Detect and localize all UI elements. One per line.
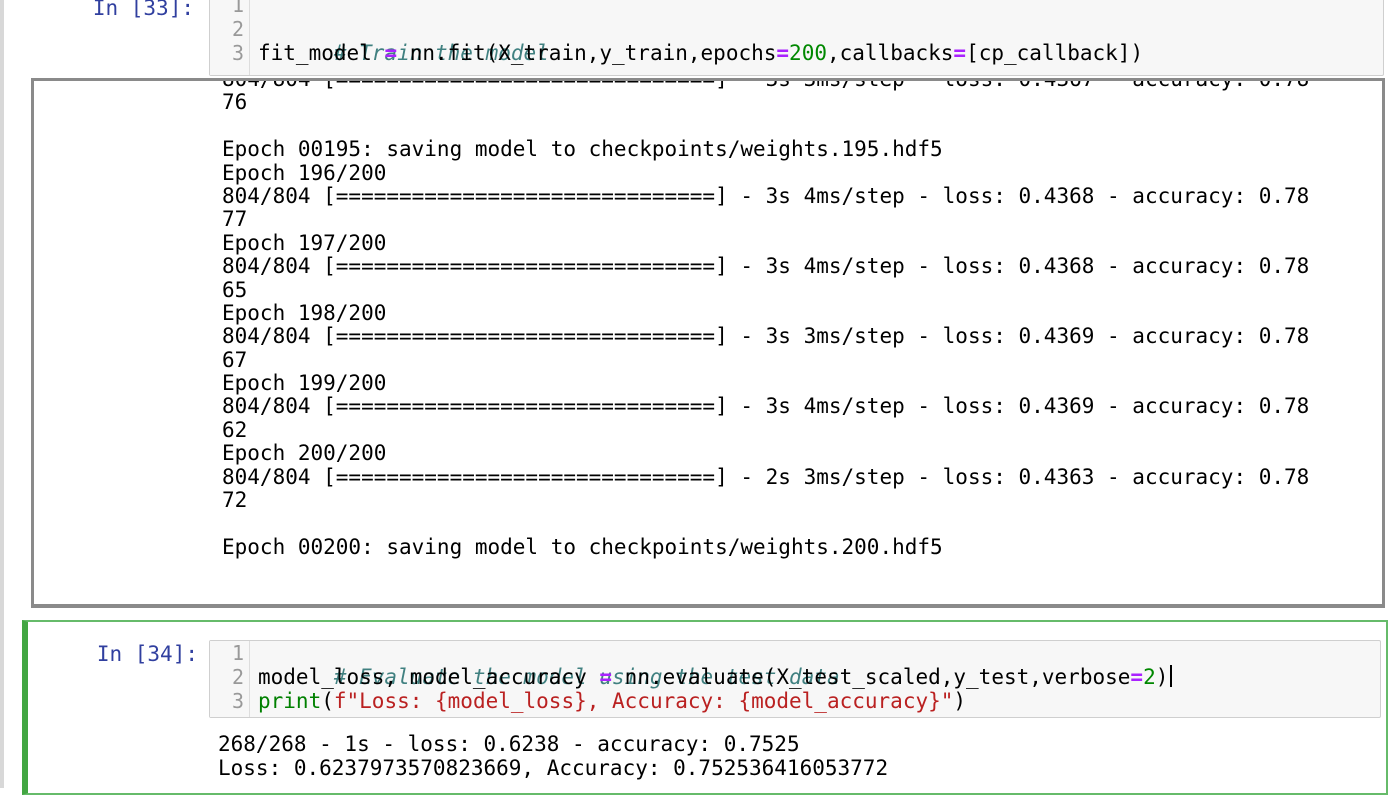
output-line: Epoch 198/200 <box>222 300 387 325</box>
output-scroll-area[interactable]: 804/804 [==============================]… <box>31 78 1385 608</box>
code-input-area[interactable]: 1 2 3 # Evaluate the model using the tes… <box>209 640 1381 718</box>
output-line: 804/804 [==============================]… <box>222 183 1310 208</box>
line-number: 1 <box>231 641 244 665</box>
code-token: ) <box>953 689 967 713</box>
notebook-cell-34-selected[interactable]: In [34]: 1 2 3 # Evaluate the model usin… <box>22 620 1388 795</box>
output-line: 804/804 [==============================]… <box>222 464 1310 489</box>
output-line: 804/804 [==============================]… <box>222 254 1310 279</box>
code-token: fit_model <box>258 41 385 65</box>
line-number: 3 <box>231 689 244 713</box>
code-token: ( <box>321 689 334 713</box>
output-line: Epoch 200/200 <box>222 441 387 466</box>
code-line: fit_model = nn.fit(X_train,y_train,epoch… <box>258 41 1143 65</box>
code-string: f"Loss: {model_loss}, Accuracy: {model_a… <box>333 689 954 713</box>
output-line: 76 <box>222 90 248 115</box>
output-line: Loss: 0.6237973570823669, Accuracy: 0.75… <box>218 756 889 780</box>
output-line: Epoch 00195: saving model to checkpoints… <box>222 137 943 162</box>
code-input-area[interactable]: 1 2 3 # Train the model fit_model = nn.f… <box>209 0 1384 76</box>
output-line: Epoch 199/200 <box>222 371 387 396</box>
output-line: 77 <box>222 207 248 232</box>
code-operator: = <box>384 41 398 65</box>
line-number: 2 <box>231 665 244 689</box>
code-operator: = <box>1130 665 1144 689</box>
cell-prompt: In [34]: <box>96 642 198 666</box>
code-number: 2 <box>1143 665 1156 689</box>
line-number-gutter: 1 2 3 <box>210 0 250 75</box>
line-number: 3 <box>231 41 244 65</box>
output-line: 62 <box>222 417 248 442</box>
code-builtin: print <box>258 689 322 713</box>
code-token: model_loss, model_accuracy <box>258 665 600 689</box>
output-text: 804/804 [==============================]… <box>222 78 1310 559</box>
code-token: ,callbacks <box>826 41 954 65</box>
output-text: 268/268 - 1s - loss: 0.6238 - accuracy: … <box>218 732 888 780</box>
output-line: 804/804 [==============================]… <box>222 78 1310 91</box>
code-operator: = <box>953 41 967 65</box>
code-operator: = <box>776 41 790 65</box>
code-operator: = <box>599 665 613 689</box>
code-token: nn.fit(X_train,y_train,epochs <box>397 41 777 65</box>
notebook-cell-33[interactable]: In [33]: 1 2 3 # Train the model fit_mod… <box>4 0 1392 620</box>
output-line: 268/268 - 1s - loss: 0.6238 - accuracy: … <box>218 732 800 756</box>
text-cursor <box>1170 665 1173 687</box>
line-number: 2 <box>231 17 244 41</box>
output-line: 67 <box>222 347 248 372</box>
output-line: Epoch 197/200 <box>222 230 387 255</box>
output-line: 804/804 [==============================]… <box>222 394 1310 419</box>
output-line: Epoch 00200: saving model to checkpoints… <box>222 534 943 559</box>
code-line: print(f"Loss: {model_loss}, Accuracy: {m… <box>258 689 966 713</box>
line-number: 1 <box>231 0 244 17</box>
output-line: 804/804 [==============================]… <box>222 324 1310 349</box>
code-number: 200 <box>789 41 827 65</box>
code-line: model_loss, model_accuracy = nn.evaluate… <box>258 665 1173 689</box>
code-token: ) <box>1155 665 1169 689</box>
output-line: 72 <box>222 488 248 513</box>
cell-prompt: In [33]: <box>92 0 194 20</box>
output-line: Epoch 196/200 <box>222 160 387 185</box>
output-line: 65 <box>222 277 248 302</box>
line-number-gutter: 1 2 3 <box>210 641 250 717</box>
code-token: [cp_callback]) <box>966 41 1144 65</box>
code-token: nn.evaluate(X_test_scaled,y_test,verbose <box>612 665 1131 689</box>
